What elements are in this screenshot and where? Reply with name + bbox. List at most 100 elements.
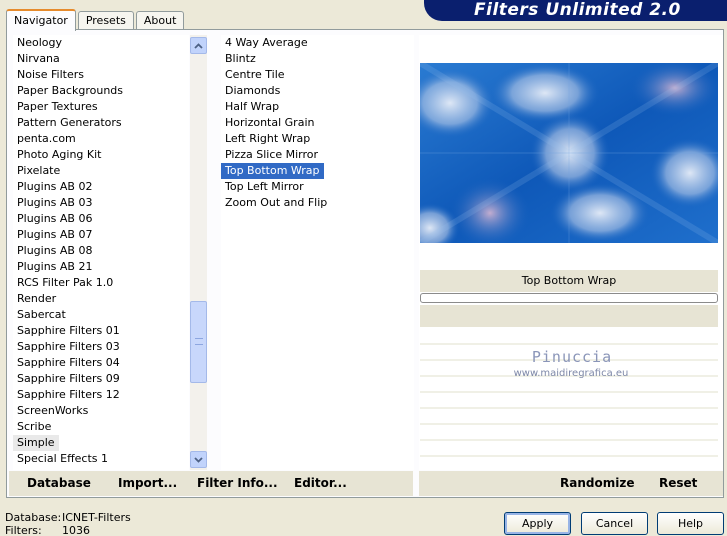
list-row: Zoom Out and Flip	[221, 195, 414, 211]
list-row: Paper Backgrounds	[13, 83, 189, 99]
list-item[interactable]: Simple	[13, 435, 59, 451]
list-item[interactable]: Top Left Mirror	[221, 179, 414, 195]
list-item[interactable]: Sapphire Filters 09	[13, 371, 189, 387]
list-row: Plugins AB 21	[13, 259, 189, 275]
list-row: Plugins AB 02	[13, 179, 189, 195]
list-item[interactable]: 4 Way Average	[221, 35, 414, 51]
list-row: Top Left Mirror	[221, 179, 414, 195]
list-item[interactable]: Pixelate	[13, 163, 189, 179]
database-value: ICNET-Filters	[62, 511, 131, 524]
list-row: Sapphire Filters 01	[13, 323, 189, 339]
list-row: Horizontal Grain	[221, 115, 414, 131]
list-item[interactable]: Nirvana	[13, 51, 189, 67]
list-item[interactable]: Render	[13, 291, 189, 307]
list-row: ScreenWorks	[13, 403, 189, 419]
list-item[interactable]: Sapphire Filters 04	[13, 355, 189, 371]
list-item[interactable]: Left Right Wrap	[221, 131, 414, 147]
list-item[interactable]: Pattern Generators	[13, 115, 189, 131]
list-row: Plugins AB 03	[13, 195, 189, 211]
list-row: Sapphire Filters 04	[13, 355, 189, 371]
list-row: Plugins AB 08	[13, 243, 189, 259]
list-item[interactable]: Zoom Out and Flip	[221, 195, 414, 211]
import-button[interactable]: Import...	[118, 471, 177, 496]
app-title: Filters Unlimited 2.0	[474, 0, 681, 20]
help-button[interactable]: Help	[657, 512, 724, 535]
list-item[interactable]: Noise Filters	[13, 67, 189, 83]
database-label: Database:	[5, 511, 62, 524]
list-item[interactable]: Sabercat	[13, 307, 189, 323]
list-row: Pattern Generators	[13, 115, 189, 131]
filter-info-button[interactable]: Filter Info...	[197, 471, 278, 496]
list-item[interactable]: Half Wrap	[221, 99, 414, 115]
list-item[interactable]: Photo Aging Kit	[13, 147, 189, 163]
list-item[interactable]: Plugins AB 02	[13, 179, 189, 195]
list-item[interactable]: Paper Backgrounds	[13, 83, 189, 99]
category-list[interactable]: Neology Nirvana Noise Filters Paper Backgro…	[13, 35, 189, 470]
editor-button[interactable]: Editor...	[294, 471, 347, 496]
title-banner: Filters Unlimited 2.0	[424, 0, 727, 21]
list-row: Sabercat	[13, 307, 189, 323]
list-row: Centre Tile	[221, 67, 414, 83]
scroll-up-button[interactable]	[190, 37, 207, 54]
list-item[interactable]: Top Bottom Wrap	[221, 163, 324, 179]
list-item[interactable]: Horizontal Grain	[221, 115, 414, 131]
cancel-button[interactable]: Cancel	[581, 512, 648, 535]
list-row: 4 Way Average	[221, 35, 414, 51]
list-row: Half Wrap	[221, 99, 414, 115]
list-item[interactable]: penta.com	[13, 131, 189, 147]
preview-graphic	[420, 63, 718, 243]
list-row: penta.com	[13, 131, 189, 147]
scroll-thumb[interactable]	[190, 301, 207, 383]
list-item[interactable]: Plugins AB 21	[13, 259, 189, 275]
list-row: Pizza Slice Mirror	[221, 147, 414, 163]
list-row: Sapphire Filters 09	[13, 371, 189, 387]
list-row: Scribe	[13, 419, 189, 435]
list-item[interactable]: Pizza Slice Mirror	[221, 147, 414, 163]
status-database: Database:ICNET-Filters	[5, 511, 131, 524]
scroll-down-button[interactable]	[190, 451, 207, 468]
list-item[interactable]: ScreenWorks	[13, 403, 189, 419]
tab-presets[interactable]: Presets	[77, 11, 134, 30]
list-item[interactable]: Plugins AB 07	[13, 227, 189, 243]
list-row: Diamonds	[221, 83, 414, 99]
apply-button[interactable]: Apply	[504, 512, 571, 535]
list-item[interactable]: Diamonds	[221, 83, 414, 99]
list-item[interactable]: Plugins AB 06	[13, 211, 189, 227]
list-item[interactable]: Blintz	[221, 51, 414, 67]
preview-area: Top Bottom Wrap Pinuccia www.maidiregraf…	[419, 35, 723, 470]
filter-list[interactable]: 4 Way Average Blintz Centre Tile Diamonds Ha…	[221, 35, 414, 470]
list-item[interactable]: Sapphire Filters 01	[13, 323, 189, 339]
parameter-header	[420, 305, 718, 327]
list-row: Top Bottom Wrap	[221, 163, 414, 179]
navigator-panel: Neology Nirvana Noise Filters Paper Backgro…	[6, 29, 724, 498]
randomize-button[interactable]: Randomize	[560, 471, 634, 496]
list-item[interactable]: Paper Textures	[13, 99, 189, 115]
left-toolbar: Database Import... Filter Info... Editor…	[9, 471, 413, 496]
reset-button[interactable]: Reset	[659, 471, 697, 496]
list-row: Simple	[13, 435, 189, 451]
right-toolbar: Randomize Reset	[419, 471, 723, 496]
list-item[interactable]: Centre Tile	[221, 67, 414, 83]
list-item[interactable]: Sapphire Filters 03	[13, 339, 189, 355]
list-item[interactable]: Plugins AB 03	[13, 195, 189, 211]
filters-count: 1036	[62, 524, 90, 536]
watermark-name: Pinuccia	[531, 348, 613, 366]
category-scrollbar[interactable]	[190, 35, 207, 470]
database-button[interactable]: Database	[27, 471, 91, 496]
list-item[interactable]: Plugins AB 08	[13, 243, 189, 259]
list-row: Render	[13, 291, 189, 307]
filter-name-label: Top Bottom Wrap	[420, 270, 718, 292]
list-item[interactable]: Neology	[13, 35, 189, 51]
list-item[interactable]: Sapphire Filters 12	[13, 387, 189, 403]
tab-strip: Navigator Presets About	[6, 8, 186, 31]
list-item[interactable]: RCS Filter Pak 1.0	[13, 275, 189, 291]
list-item[interactable]: Special Effects 1	[13, 451, 189, 467]
tab-about[interactable]: About	[135, 11, 185, 30]
list-row: Pixelate	[13, 163, 189, 179]
preview-image	[420, 63, 718, 243]
list-row: Neology	[13, 35, 189, 51]
list-row: Sapphire Filters 03	[13, 339, 189, 355]
tab-navigator[interactable]: Navigator	[6, 9, 76, 31]
list-item[interactable]: Scribe	[13, 419, 189, 435]
list-row: Nirvana	[13, 51, 189, 67]
